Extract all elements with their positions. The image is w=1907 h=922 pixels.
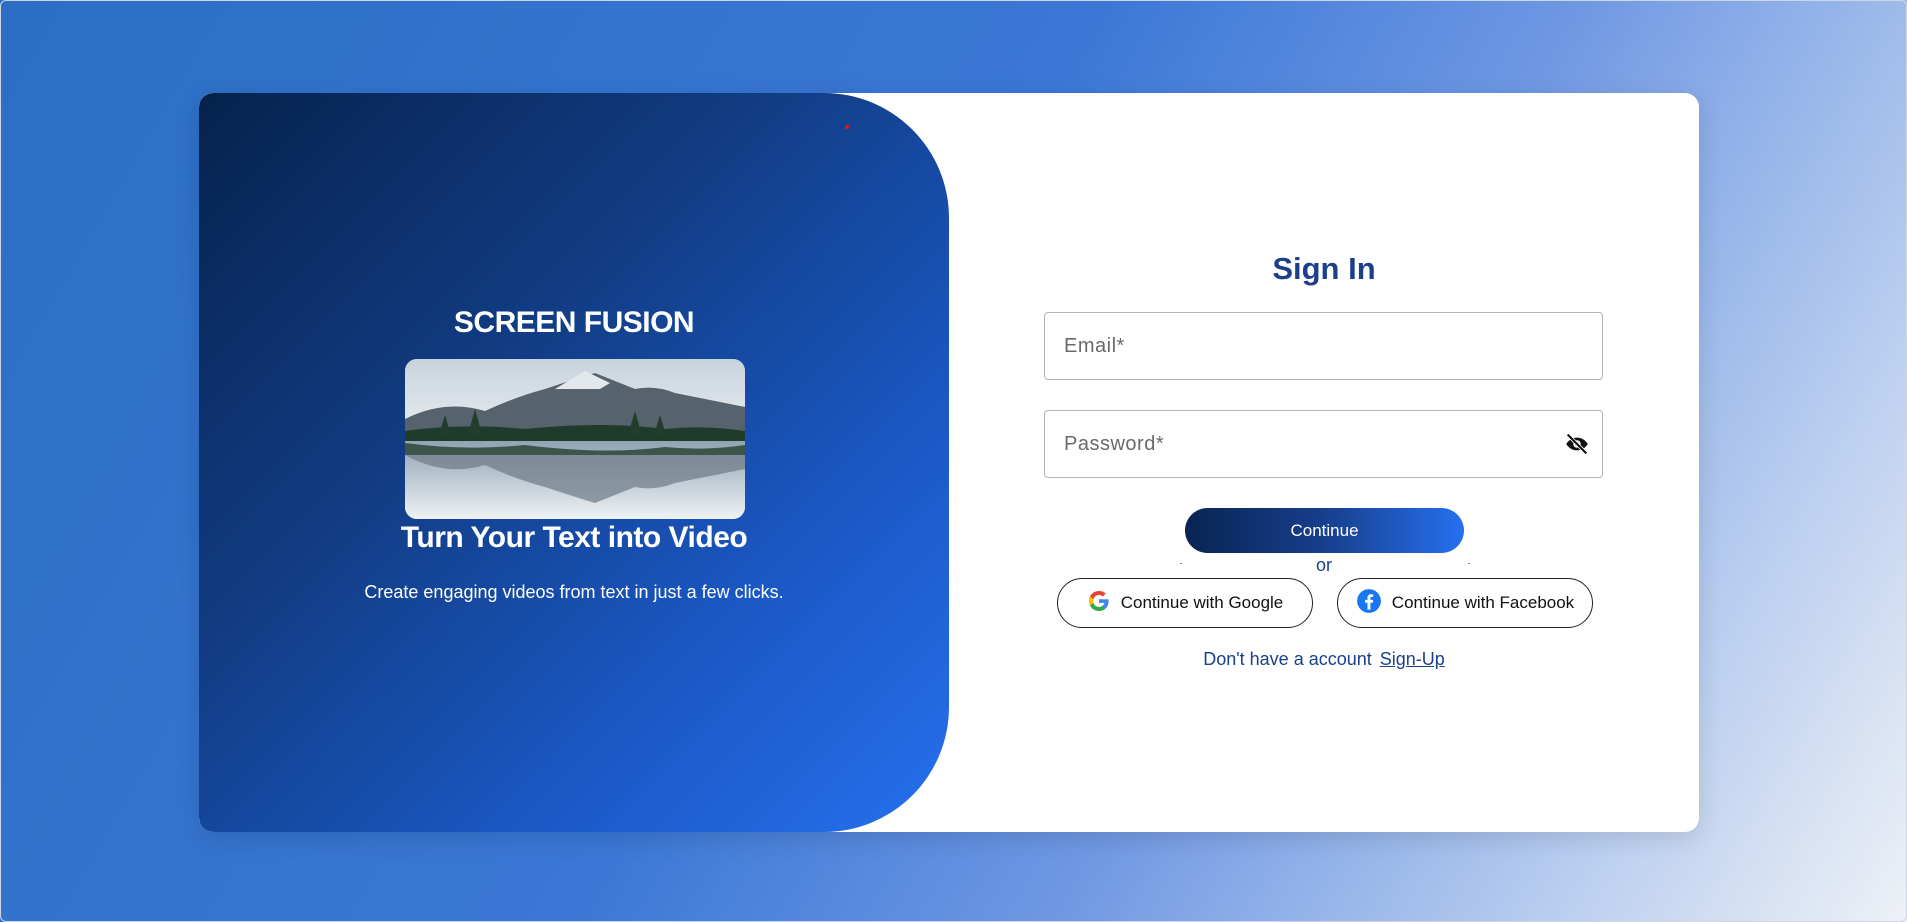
auth-card: SCREEN FUSION Turn Your Text into Video … [199, 93, 1699, 832]
signup-link[interactable]: Sign-Up [1380, 649, 1445, 669]
continue-button[interactable]: Continue [1185, 508, 1464, 553]
hero-image-lake-mountains [405, 359, 745, 519]
indicator-dot [845, 125, 849, 129]
no-account-text: Don't have a account [1203, 649, 1372, 669]
google-button-label: Continue with Google [1120, 593, 1284, 612]
email-input[interactable] [1045, 313, 1602, 379]
google-icon [1087, 589, 1111, 618]
signup-prompt: Don't have a account Sign-Up [1044, 649, 1604, 670]
divider-right [1468, 563, 1470, 564]
or-divider-label: or [1315, 555, 1332, 575]
google-signin-button[interactable]: Continue with Google [1057, 578, 1313, 628]
eye-off-icon[interactable] [1562, 429, 1592, 459]
facebook-button-label: Continue with Facebook [1391, 593, 1575, 612]
facebook-icon [1356, 588, 1382, 619]
password-field[interactable] [1044, 410, 1603, 478]
brand-title: SCREEN FUSION [453, 306, 695, 339]
email-field[interactable] [1044, 312, 1603, 380]
hero-subtitle: Create engaging videos from text in just… [364, 582, 784, 602]
hero-panel: SCREEN FUSION Turn Your Text into Video … [199, 93, 949, 832]
password-input[interactable] [1045, 411, 1602, 477]
signin-title: Sign In [1272, 251, 1376, 286]
facebook-signin-button[interactable]: Continue with Facebook [1337, 578, 1593, 628]
hero-tagline: Turn Your Text into Video [400, 521, 748, 554]
